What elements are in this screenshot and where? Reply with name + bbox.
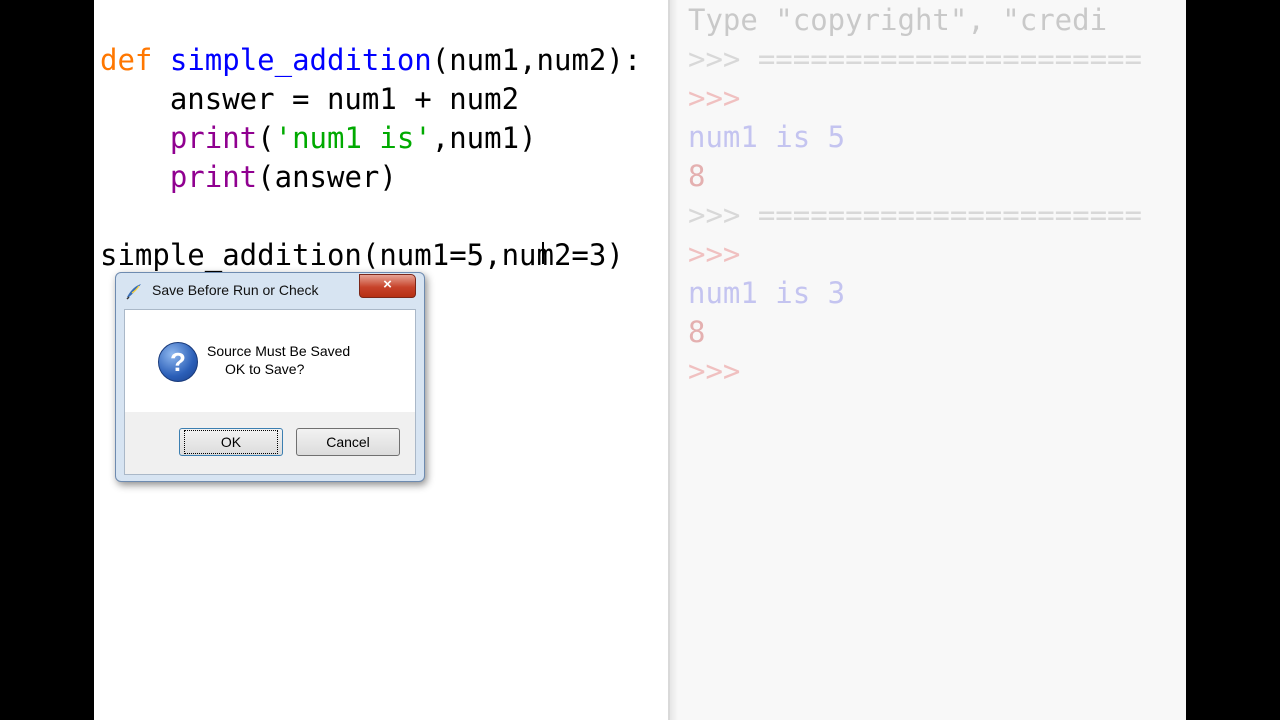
close-button[interactable]: × bbox=[359, 274, 416, 298]
code-text: (num1,num2): bbox=[431, 43, 642, 77]
shell-banner: Type "copyright", "credi bbox=[688, 3, 1108, 37]
shell-restart-separator: >>> ====================== bbox=[688, 42, 1142, 76]
shell-prompt: >>> bbox=[688, 81, 741, 115]
shell-output: num1 is 5 bbox=[688, 120, 846, 154]
code-text: ,num1) bbox=[431, 121, 537, 155]
shell-output: 8 bbox=[688, 159, 706, 193]
function-name: simple_addition bbox=[169, 43, 432, 77]
dialog-body: ? Source Must Be Saved OK to Save? OK Ca… bbox=[124, 309, 416, 475]
builtin-print: print bbox=[169, 121, 258, 155]
text-cursor bbox=[542, 242, 544, 264]
dialog-message-line-2: OK to Save? bbox=[225, 361, 305, 377]
shell-output: 8 bbox=[688, 315, 706, 349]
shell-output: num1 is 3 bbox=[688, 276, 846, 310]
code-line-5: simple_addition(num1=5,num2=3) bbox=[100, 238, 624, 272]
code-line-4: print(answer) bbox=[100, 158, 397, 197]
save-before-run-dialog[interactable]: Save Before Run or Check × ? Source Must… bbox=[115, 272, 425, 482]
dialog-message-area: ? Source Must Be Saved OK to Save? bbox=[125, 310, 415, 412]
python-feather-icon bbox=[126, 284, 141, 300]
shell-prompt: >>> bbox=[688, 354, 741, 388]
code-text: ( bbox=[257, 121, 275, 155]
screen-area: def simple_addition(num1,num2): answer =… bbox=[94, 0, 1186, 720]
code-line-1: def simple_addition(num1,num2): bbox=[100, 41, 641, 80]
dialog-title: Save Before Run or Check bbox=[152, 282, 319, 298]
code-line-3: print('num1 is',num1) bbox=[100, 119, 537, 158]
code-line-2: answer = num1 + num2 bbox=[100, 82, 520, 116]
shell-restart-separator: >>> ====================== bbox=[688, 198, 1142, 232]
ok-button-label: OK bbox=[183, 430, 279, 454]
question-icon: ? bbox=[158, 342, 198, 382]
dialog-titlebar[interactable]: Save Before Run or Check × bbox=[116, 273, 424, 307]
dialog-message-line-1: Source Must Be Saved bbox=[207, 343, 351, 359]
keyword-def: def bbox=[100, 43, 153, 77]
ok-button[interactable]: OK bbox=[179, 428, 283, 456]
code-text: (answer) bbox=[257, 160, 397, 194]
string-literal: 'num1 is' bbox=[274, 121, 432, 155]
python-shell[interactable]: Type "copyright", "credi >>> ===========… bbox=[668, 0, 1186, 720]
cancel-button[interactable]: Cancel bbox=[296, 428, 400, 456]
builtin-print: print bbox=[169, 160, 258, 194]
shell-prompt: >>> bbox=[688, 237, 741, 271]
